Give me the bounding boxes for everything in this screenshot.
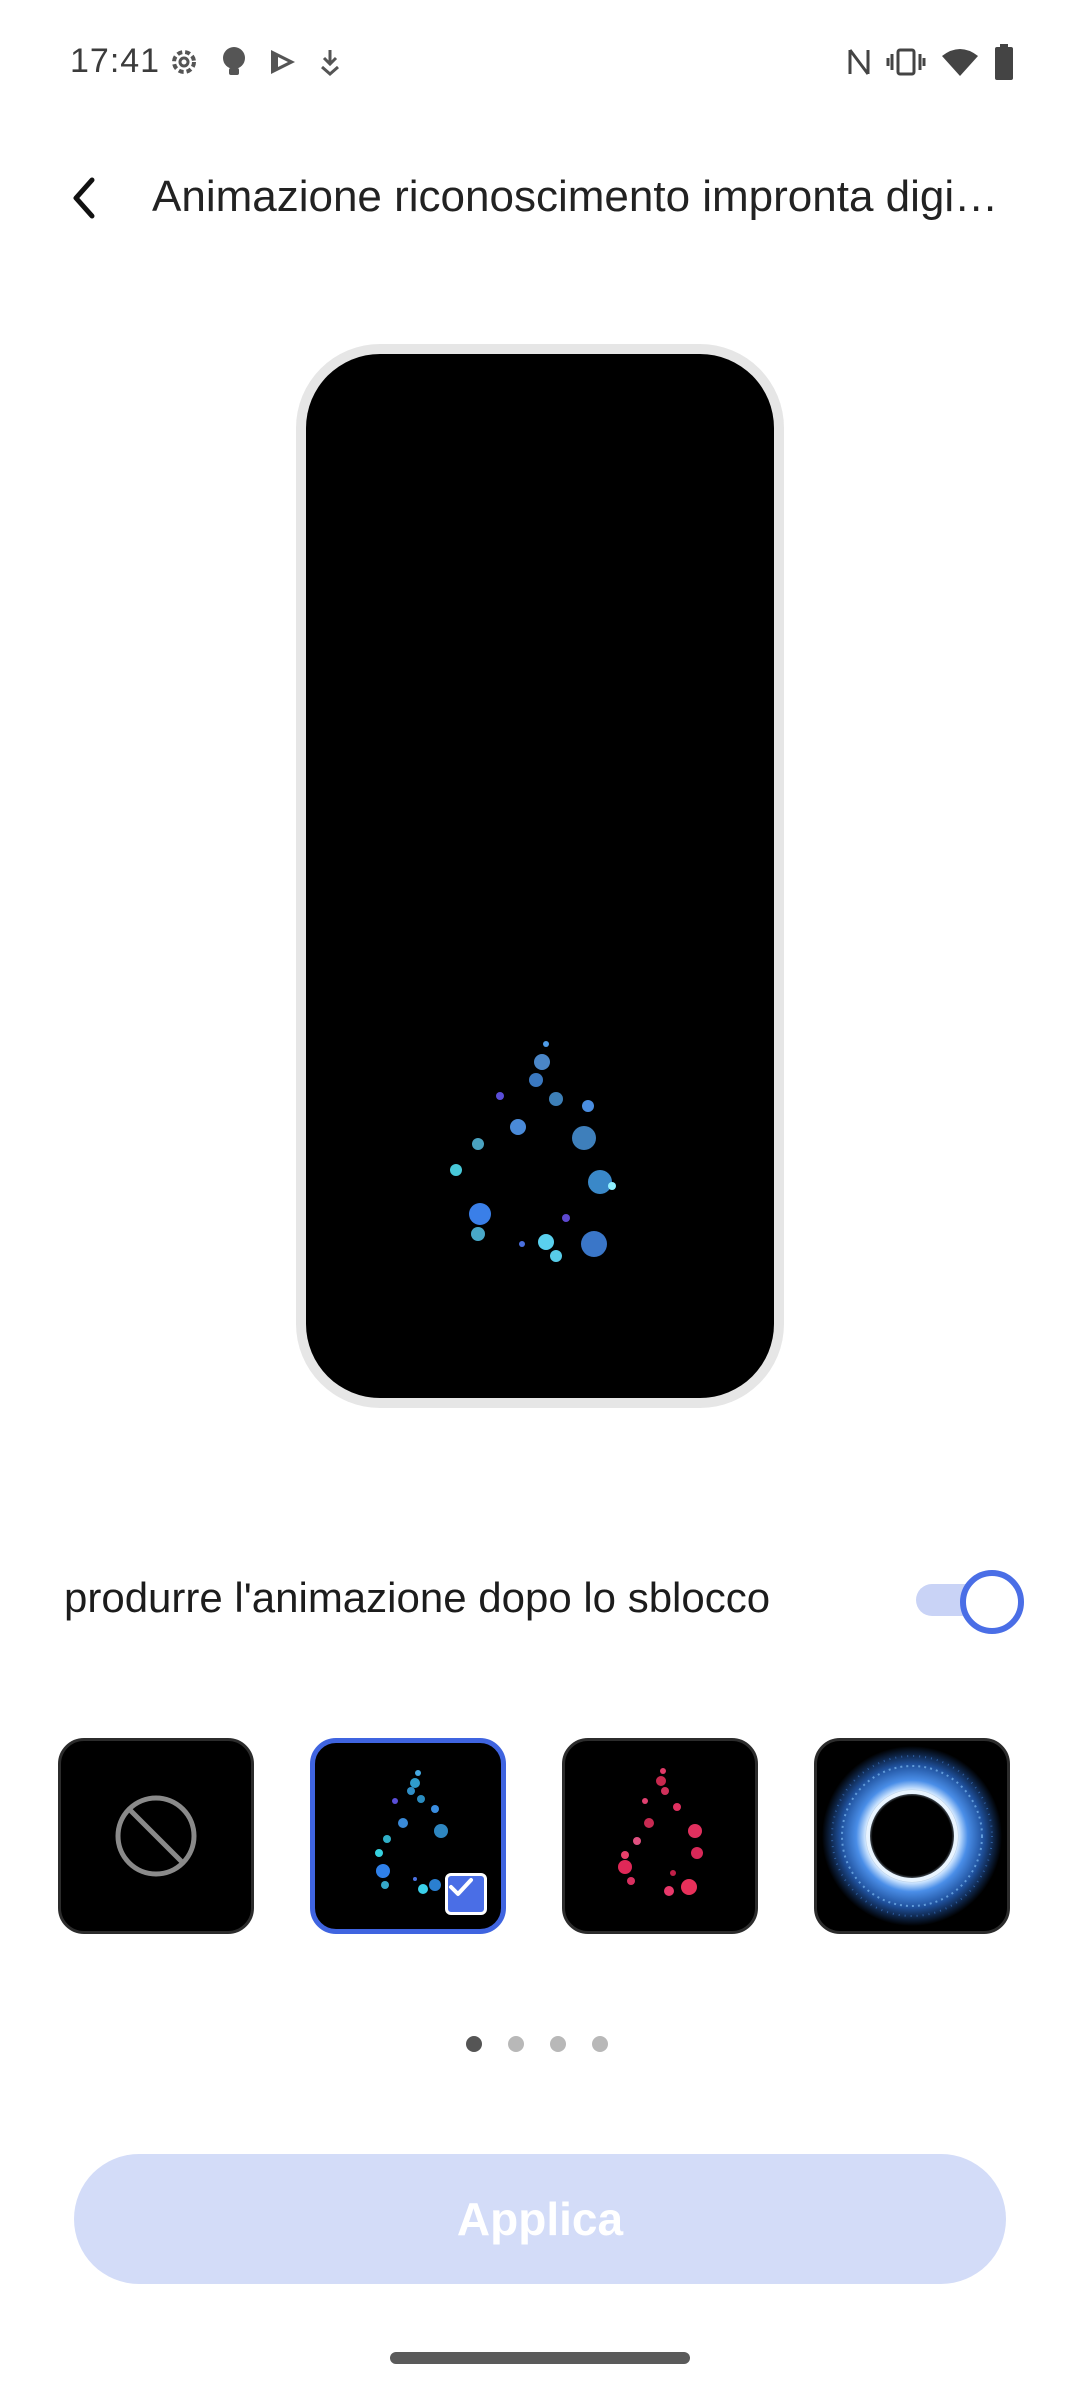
unlock-animation-toggle[interactable]: [916, 1570, 1024, 1634]
nfc-icon: [848, 49, 870, 75]
phone-preview-screen: [306, 354, 774, 1398]
download-arrow-icon: [321, 50, 339, 76]
status-left-icons: [168, 46, 342, 78]
red-droplet-icon: [618, 1768, 703, 1896]
status-time: 17:41: [70, 42, 161, 80]
unlock-animation-label: produrre l'animazione dopo lo sblocco: [64, 1574, 771, 1621]
chevron-left-icon: [73, 177, 95, 219]
page-dot-3[interactable]: [550, 2036, 566, 2052]
gesture-navigation-bar[interactable]: [390, 2352, 690, 2364]
prohibited-icon: [115, 1795, 197, 1877]
animation-options: [58, 1738, 1022, 1938]
back-button[interactable]: [52, 166, 116, 230]
wifi-icon: [942, 49, 978, 76]
blue-droplet-particles: [450, 1041, 616, 1262]
settings-icon: [172, 50, 196, 74]
page-dot-1[interactable]: [466, 2036, 482, 2052]
toggle-thumb: [960, 1570, 1024, 1634]
page-title: Animazione riconoscimento impronta digi…: [152, 172, 999, 221]
selected-check-badge: [445, 1873, 487, 1915]
checkmark-icon: [449, 1878, 473, 1896]
pagination-dots: [466, 2036, 608, 2052]
lightbulb-icon: [223, 47, 245, 75]
option-blue-ring[interactable]: [814, 1738, 1010, 1934]
unlock-animation-setting: produrre l'animazione dopo lo sblocco: [64, 1560, 1024, 1640]
status-bar: 17:41: [0, 0, 1080, 130]
option-none[interactable]: [58, 1738, 254, 1934]
apply-button[interactable]: Applica: [74, 2154, 1006, 2284]
option-red-droplet[interactable]: [562, 1738, 758, 1934]
vibrate-icon: [886, 48, 926, 76]
blue-ring-icon: [822, 1746, 1002, 1926]
play-store-icon: [271, 50, 295, 74]
status-right-icons: [846, 44, 1014, 80]
page-dot-4[interactable]: [592, 2036, 608, 2052]
phone-preview-frame: [296, 344, 784, 1408]
option-blue-droplet[interactable]: [310, 1738, 506, 1934]
battery-icon: [995, 44, 1013, 80]
page-dot-2[interactable]: [508, 2036, 524, 2052]
